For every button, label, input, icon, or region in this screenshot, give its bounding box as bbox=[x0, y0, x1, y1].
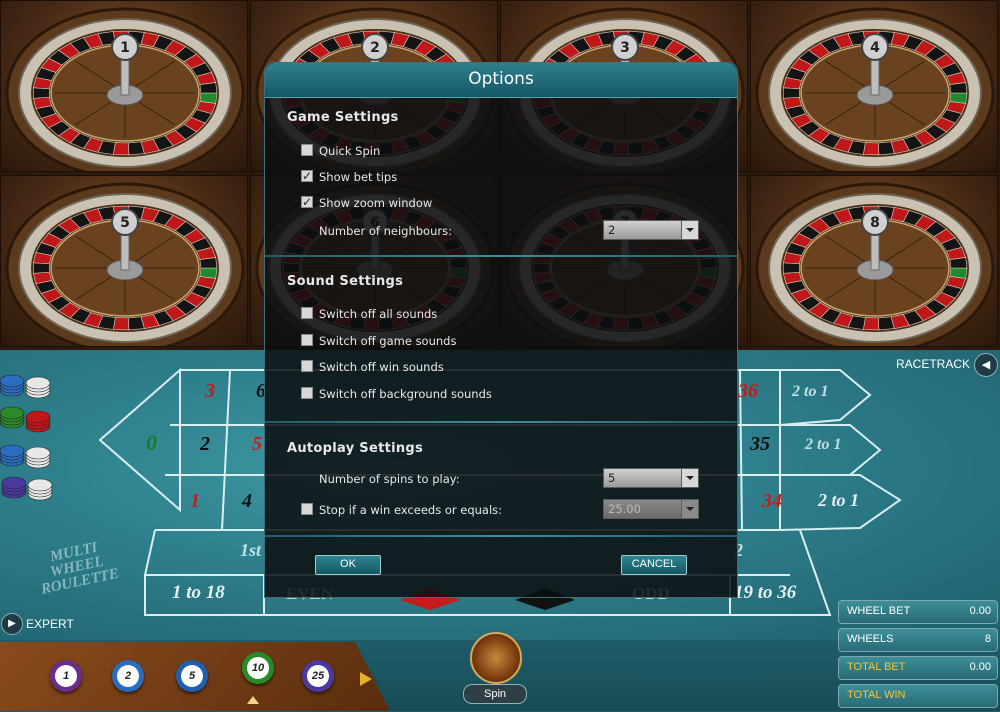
wheel-5: 5 bbox=[0, 175, 248, 347]
bet-1-to-18[interactable]: 1 to 18 bbox=[172, 582, 225, 604]
chevron-down-icon bbox=[681, 500, 698, 518]
number-2[interactable]: 2 bbox=[200, 433, 210, 456]
total-bet-label: TOTAL BET bbox=[847, 661, 906, 673]
all-sounds-label: Switch off all sounds bbox=[319, 307, 438, 321]
section-divider bbox=[265, 535, 737, 537]
racetrack-toggle-icon[interactable]: ◀ bbox=[974, 353, 998, 377]
show-bet-tips-checkbox[interactable] bbox=[301, 168, 313, 184]
section-divider bbox=[265, 255, 737, 257]
svg-text:4: 4 bbox=[870, 40, 880, 56]
wheels-label: WHEELS bbox=[847, 633, 894, 645]
all-sounds-checkbox[interactable] bbox=[301, 307, 313, 319]
wheel-8: 8 bbox=[750, 175, 998, 347]
show-bet-tips-label: Show bet tips bbox=[319, 170, 398, 184]
number-36[interactable]: 36 bbox=[738, 380, 758, 403]
autoplay-settings-heading: Autoplay Settings bbox=[287, 441, 424, 456]
column-bet-middle[interactable]: 2 to 1 bbox=[805, 436, 841, 454]
quick-spin-checkbox[interactable] bbox=[301, 144, 313, 156]
expert-toggle-icon[interactable]: ▶ bbox=[1, 613, 23, 635]
chip-25[interactable]: 25 bbox=[302, 660, 334, 692]
bet-19-to-36[interactable]: 19 to 36 bbox=[734, 582, 796, 604]
wheels-row: WHEELS 8 bbox=[838, 628, 998, 652]
dozen-first[interactable]: 1st bbox=[240, 540, 261, 561]
total-bet-row: TOTAL BET 0.00 bbox=[838, 656, 998, 680]
selected-chip-marker-icon bbox=[247, 696, 259, 704]
chevron-down-icon[interactable] bbox=[681, 469, 698, 487]
quick-spin-label: Quick Spin bbox=[319, 144, 381, 158]
expert-label[interactable]: EXPERT bbox=[26, 617, 74, 631]
stop-if-win-checkbox[interactable] bbox=[301, 503, 313, 515]
wheel-bet-label: WHEEL BET bbox=[847, 605, 911, 617]
win-sounds-label: Switch off win sounds bbox=[319, 360, 444, 374]
stop-if-win-label: Stop if a win exceeds or equals: bbox=[319, 503, 503, 517]
neighbours-value: 2 bbox=[608, 223, 616, 237]
wheel-bet-row: WHEEL BET 0.00 bbox=[838, 600, 998, 624]
stop-win-select: 25.00 bbox=[603, 499, 699, 519]
stop-win-value: 25.00 bbox=[608, 502, 641, 516]
section-divider bbox=[265, 421, 737, 423]
svg-text:1: 1 bbox=[120, 40, 130, 56]
number-4[interactable]: 4 bbox=[242, 490, 252, 513]
column-bet-top[interactable]: 2 to 1 bbox=[792, 383, 828, 401]
spin-label[interactable]: Spin bbox=[463, 684, 527, 704]
show-zoom-window-label: Show zoom window bbox=[319, 196, 433, 210]
game-sounds-label: Switch off game sounds bbox=[319, 334, 457, 348]
chip-stacks bbox=[0, 374, 53, 501]
racetrack-label[interactable]: RACETRACK bbox=[896, 357, 970, 371]
spins-label: Number of spins to play: bbox=[319, 472, 460, 486]
neighbours-select[interactable]: 2 bbox=[603, 220, 699, 240]
bet-summary: WHEEL BET 0.00 WHEELS 8 TOTAL BET 0.00 T… bbox=[838, 600, 998, 712]
number-34[interactable]: 34 bbox=[762, 490, 782, 513]
spins-select[interactable]: 5 bbox=[603, 468, 699, 488]
svg-text:2: 2 bbox=[370, 40, 380, 56]
chip-scroll-arrow-icon[interactable] bbox=[360, 672, 372, 686]
number-5-partial[interactable]: 5 bbox=[252, 433, 262, 456]
number-3[interactable]: 3 bbox=[205, 380, 215, 403]
total-win-row: TOTAL WIN bbox=[838, 684, 998, 708]
wheels-value: 8 bbox=[984, 633, 991, 645]
number-35[interactable]: 35 bbox=[750, 433, 770, 456]
number-1[interactable]: 1 bbox=[190, 490, 200, 513]
ok-button[interactable]: OK bbox=[315, 555, 381, 575]
background-sounds-label: Switch off background sounds bbox=[319, 387, 492, 401]
chip-2[interactable]: 2 bbox=[112, 660, 144, 692]
wheel-4: 4 bbox=[750, 0, 998, 172]
spin-button[interactable] bbox=[470, 632, 522, 684]
cancel-button[interactable]: CANCEL bbox=[621, 555, 687, 575]
wheel-1: 1 bbox=[0, 0, 248, 172]
dialog-title: Options bbox=[265, 63, 737, 98]
background-sounds-checkbox[interactable] bbox=[301, 387, 313, 399]
show-zoom-window-checkbox[interactable] bbox=[301, 194, 313, 210]
svg-text:8: 8 bbox=[870, 215, 880, 231]
svg-text:5: 5 bbox=[120, 215, 130, 231]
win-sounds-checkbox[interactable] bbox=[301, 360, 313, 372]
sound-settings-heading: Sound Settings bbox=[287, 274, 404, 289]
spins-value: 5 bbox=[608, 471, 616, 485]
options-dialog: Options Game Settings Quick Spin Show be… bbox=[264, 62, 738, 598]
chip-10[interactable]: 10 bbox=[242, 652, 274, 684]
svg-text:3: 3 bbox=[620, 40, 630, 56]
wheel-bet-value: 0.00 bbox=[969, 605, 991, 617]
game-sounds-checkbox[interactable] bbox=[301, 334, 313, 346]
game-settings-heading: Game Settings bbox=[287, 110, 399, 125]
chevron-down-icon[interactable] bbox=[681, 221, 698, 239]
chip-1[interactable]: 1 bbox=[50, 660, 82, 692]
column-bet-bottom[interactable]: 2 to 1 bbox=[818, 490, 859, 511]
total-win-label: TOTAL WIN bbox=[847, 689, 906, 701]
total-bet-value: 0.00 bbox=[969, 661, 991, 673]
chip-5[interactable]: 5 bbox=[176, 660, 208, 692]
neighbours-label: Number of neighbours: bbox=[319, 224, 452, 238]
zero-number[interactable]: 0 bbox=[146, 430, 157, 455]
